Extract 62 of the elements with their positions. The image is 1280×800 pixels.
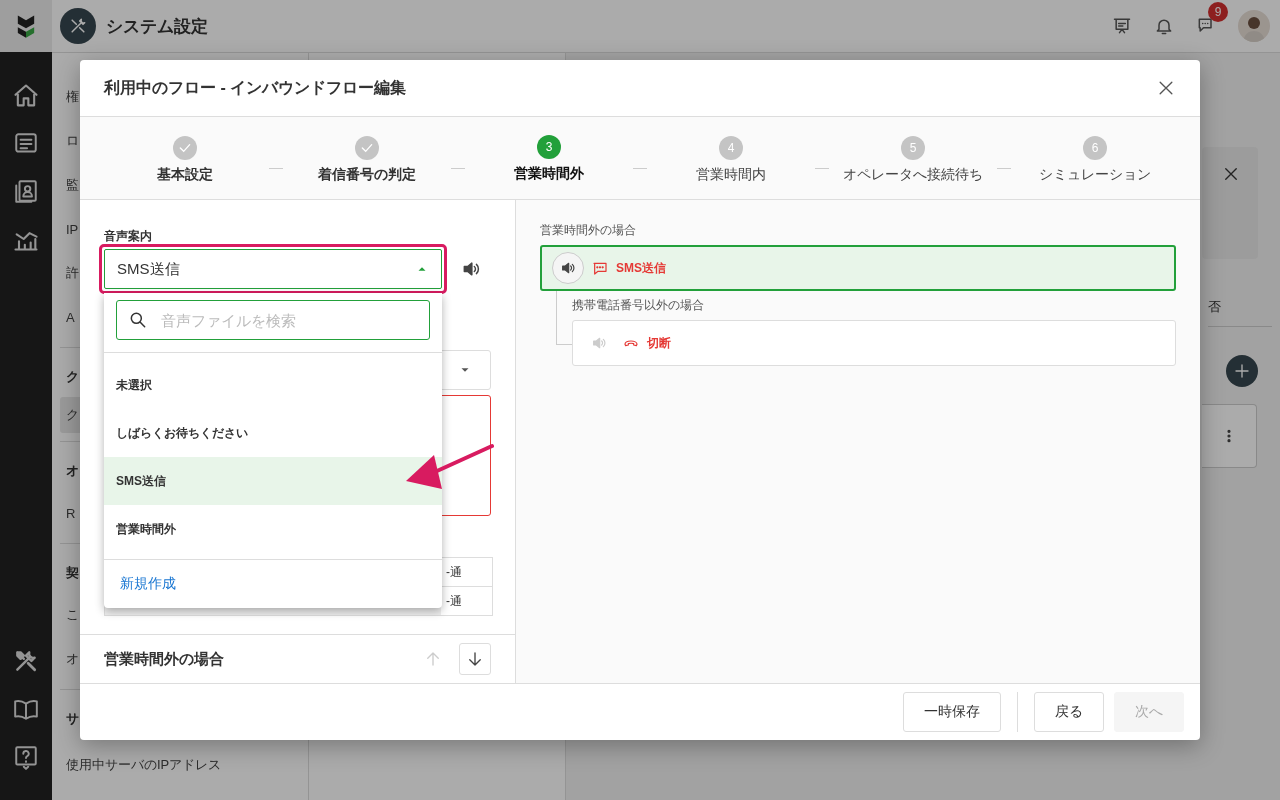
sidebar-item[interactable]: こ [66,593,79,637]
dropdown-option[interactable]: 未選択 [104,361,442,409]
dropdown-option[interactable]: 営業時間外 [104,505,442,553]
create-new-link[interactable]: 新規作成 [120,575,176,593]
column-header: 否 [1208,298,1221,316]
sidebar-item[interactable]: IP [66,207,79,251]
sidebar-item[interactable]: 使用中サーバのIPアドレス [66,739,222,791]
tools-icon[interactable] [13,648,39,674]
table-cell: -通 [446,592,462,610]
flow-node[interactable]: SMS送信 [540,245,1176,291]
message-icon [592,260,608,276]
step-number: 6 [1083,136,1107,160]
branch-label: 携帯電話番号以外の場合 [572,297,705,314]
sidebar-item[interactable]: R [66,491,76,535]
sidebar-item[interactable]: ロ [66,119,79,163]
speaker-icon [560,260,576,276]
sidebar-item[interactable]: 許 [66,251,79,295]
flow-node[interactable]: 切断 [572,320,1176,366]
step-number: 4 [719,136,743,160]
step-tab[interactable]: シミュレーション [1039,166,1151,184]
presentation-icon[interactable] [1112,16,1132,36]
play-button[interactable] [552,252,584,284]
close-icon[interactable] [1222,165,1240,183]
footer-button[interactable]: 一時保存 [903,692,1001,732]
search-field[interactable]: 音声ファイルを検索 [116,300,430,340]
help-icon[interactable] [13,744,39,770]
notification-badge: 9 [1208,2,1228,22]
sidebar-item[interactable]: 監 [66,163,79,207]
sidebar-heading: 契 [66,564,79,582]
step-tab[interactable]: 基本設定 [157,166,213,184]
sidebar-heading: ク [66,368,79,386]
sidebar-heading: サ [66,710,79,728]
footer-button[interactable]: 戻る [1034,692,1104,732]
node-label: SMS送信 [616,259,666,277]
voice-select[interactable]: SMS送信 [104,249,442,289]
add-button[interactable] [1226,355,1258,387]
plus-icon [1233,362,1251,380]
step-tab[interactable]: 営業時間外 [514,165,584,185]
sidebar-item[interactable]: オ [66,637,79,681]
sidebar-item[interactable]: A [66,295,75,339]
section-title: 営業時間外の場合 [104,649,224,669]
dropdown-option[interactable]: SMS送信 [104,457,442,505]
step-tab[interactable]: オペレータへ接続待ち [843,166,983,184]
sidebar-heading: オ [66,462,79,480]
step-tab[interactable]: 着信番号の判定 [318,166,416,184]
flow-label: 営業時間外の場合 [540,222,637,239]
step-number: 3 [537,135,561,159]
node-label: 切断 [647,334,671,352]
avatar-icon[interactable] [1238,10,1270,42]
table-cell: -通 [446,563,462,581]
move-down-button[interactable] [459,643,491,675]
field-label: 音声案内 [104,228,153,245]
arrow-down-icon [466,650,484,668]
step-number: 5 [901,136,925,160]
contact-card-icon[interactable] [13,178,39,204]
dialog-title: 利用中のフロー - インバウンドフロー編集 [104,77,407,98]
dropdown-option[interactable]: しばらくお待ちください [104,409,442,457]
page-title: システム設定 [106,15,208,38]
sidebar-item[interactable]: 権 [66,75,79,119]
speaker-icon [591,335,607,351]
arrow-up-icon [424,650,442,668]
step-tab[interactable]: 営業時間内 [696,166,766,184]
